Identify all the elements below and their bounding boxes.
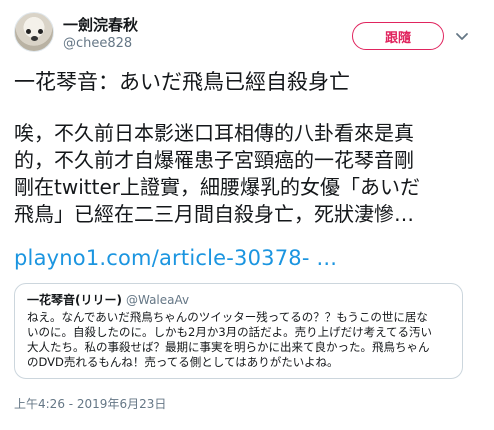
body-line: 飛鳥」已經在二三月間自殺身亡，死狀淒慘… <box>14 202 414 226</box>
quoted-author-name: 一花琴音(リリー) <box>27 293 122 307</box>
quoted-line: いのに。自殺したのに。しかも2月か3月の話だよ。売り上げだけ考えてる汚い <box>27 325 433 339</box>
chevron-down-icon[interactable] <box>452 26 472 46</box>
quoted-line: 大人たち。私の事殺せば？最期に事実を明らかに出来て良かった。飛鳥ちゃん <box>27 340 430 354</box>
body-line: 唉，不久前日本影迷口耳相傳的八卦看來是真 <box>14 121 414 145</box>
tweet-body: 唉，不久前日本影迷口耳相傳的八卦看來是真 的，不久前才自爆罹患子宮頸癌的一花琴音… <box>14 120 484 228</box>
quoted-text: ねえ。なんであいだ飛鳥ちゃんのツイッター残ってるの？？もうこの世に居な いのに。… <box>27 310 450 370</box>
quoted-header: 一花琴音(リリー) @WaleaAv <box>27 292 450 308</box>
tweet-title: 一花琴音：あいだ飛鳥已經自殺身亡 <box>14 70 350 94</box>
author-name[interactable]: 一劍浣春秋 <box>63 14 138 35</box>
tweet-timestamp[interactable]: 上午4:26 - 2019年6月23日 <box>14 395 166 412</box>
quoted-line: ねえ。なんであいだ飛鳥ちゃんのツイッター残ってるの？？もうこの世に居な <box>27 310 428 324</box>
quoted-line: のDVD売れるもんね！売ってる側としてはありがたいよね。 <box>27 355 339 369</box>
quoted-tweet[interactable]: 一花琴音(リリー) @WaleaAv ねえ。なんであいだ飛鳥ちゃんのツイッター残っ… <box>14 283 463 379</box>
author-handle[interactable]: @chee828 <box>63 36 132 51</box>
quoted-author-handle: @WaleaAv <box>125 293 190 307</box>
follow-button[interactable]: 跟隨 <box>352 22 444 50</box>
article-link[interactable]: playno1.com/article-30378- ... <box>14 246 337 270</box>
body-line: 剛在twitter上證實，細腰爆乳的女優「あいだ <box>14 175 420 199</box>
body-line: 的，不久前才自爆罹患子宮頸癌的一花琴音剛 <box>14 148 414 172</box>
avatar[interactable] <box>14 12 54 52</box>
